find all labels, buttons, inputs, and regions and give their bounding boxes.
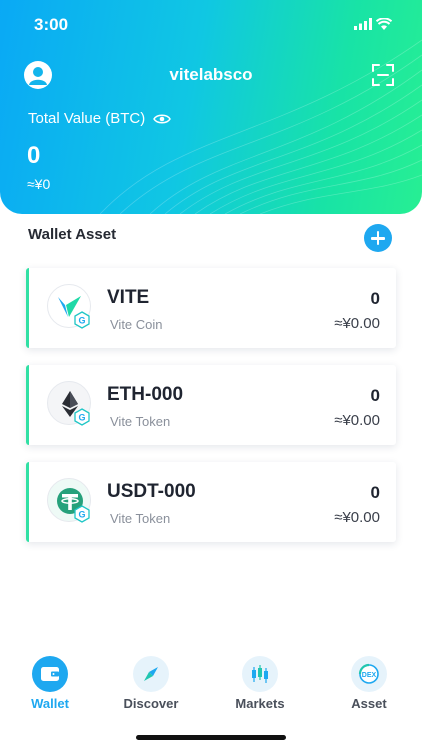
tab-label: Discover (123, 696, 179, 711)
wallet-asset-title: Wallet Asset (28, 226, 117, 243)
gateway-badge-icon: G (74, 408, 90, 426)
tab-asset[interactable]: DEX Asset (324, 652, 414, 711)
asset-amount: 0 (370, 289, 380, 308)
wifi-icon (376, 18, 392, 30)
asset-symbol: VITE (107, 287, 150, 308)
asset-fiat-value: ≈¥0.00 (334, 412, 380, 429)
asset-name: Vite Coin (110, 317, 163, 332)
compass-icon (133, 656, 169, 692)
total-value-label-text: Total Value (BTC) (28, 110, 146, 127)
asset-name: Vite Token (110, 414, 171, 429)
wallet-header: 3:00 vitelabsco Total Value (BTC) 0 ≈¥0 (0, 0, 422, 214)
asset-amount: 0 (370, 483, 380, 502)
asset-symbol: ETH-000 (107, 384, 184, 405)
asset-card-eth[interactable]: G ETH-000 Vite Token 0 ≈¥0.00 (26, 365, 396, 445)
tab-wallet[interactable]: Wallet (5, 652, 95, 711)
dex-icon: DEX (351, 656, 387, 692)
svg-text:G: G (78, 413, 85, 423)
asset-card-usdt[interactable]: G USDT-000 Vite Token 0 ≈¥0.00 (26, 462, 396, 542)
tab-label: Asset (351, 696, 387, 711)
wallet-name: vitelabsco (169, 65, 253, 84)
asset-symbol: USDT-000 (107, 481, 196, 502)
asset-fiat-value: ≈¥0.00 (334, 509, 380, 526)
tab-markets[interactable]: Markets (215, 652, 305, 711)
eye-icon[interactable] (153, 113, 172, 125)
gateway-badge-icon: G (74, 505, 90, 523)
scan-icon[interactable] (372, 64, 394, 86)
signal-icon (354, 18, 372, 30)
tab-label: Markets (235, 696, 285, 711)
svg-text:G: G (78, 510, 85, 520)
bottom-tab-bar: Wallet Discover Markets DEX Asset (0, 652, 422, 718)
candlestick-icon (242, 656, 278, 692)
svg-text:G: G (78, 316, 85, 326)
status-icons (354, 18, 392, 30)
total-value-label: Total Value (BTC) (28, 110, 172, 127)
status-time: 3:00 (34, 15, 69, 34)
gateway-badge-icon: G (74, 311, 90, 329)
home-indicator (136, 735, 286, 740)
asset-name: Vite Token (110, 511, 171, 526)
total-fiat-value: ≈¥0 (27, 176, 51, 192)
asset-amount: 0 (370, 386, 380, 405)
tab-discover[interactable]: Discover (106, 652, 196, 711)
status-bar: 3:00 (0, 0, 422, 50)
tab-label: Wallet (31, 696, 69, 711)
svg-text:DEX: DEX (362, 672, 377, 679)
add-asset-button[interactable] (364, 224, 392, 252)
wallet-icon (32, 656, 68, 692)
total-value: 0 (27, 142, 41, 169)
asset-list: G VITE Vite Coin 0 ≈¥0.00 G ETH-000 Vite… (26, 268, 396, 559)
asset-card-vite[interactable]: G VITE Vite Coin 0 ≈¥0.00 (26, 268, 396, 348)
asset-fiat-value: ≈¥0.00 (334, 315, 380, 332)
